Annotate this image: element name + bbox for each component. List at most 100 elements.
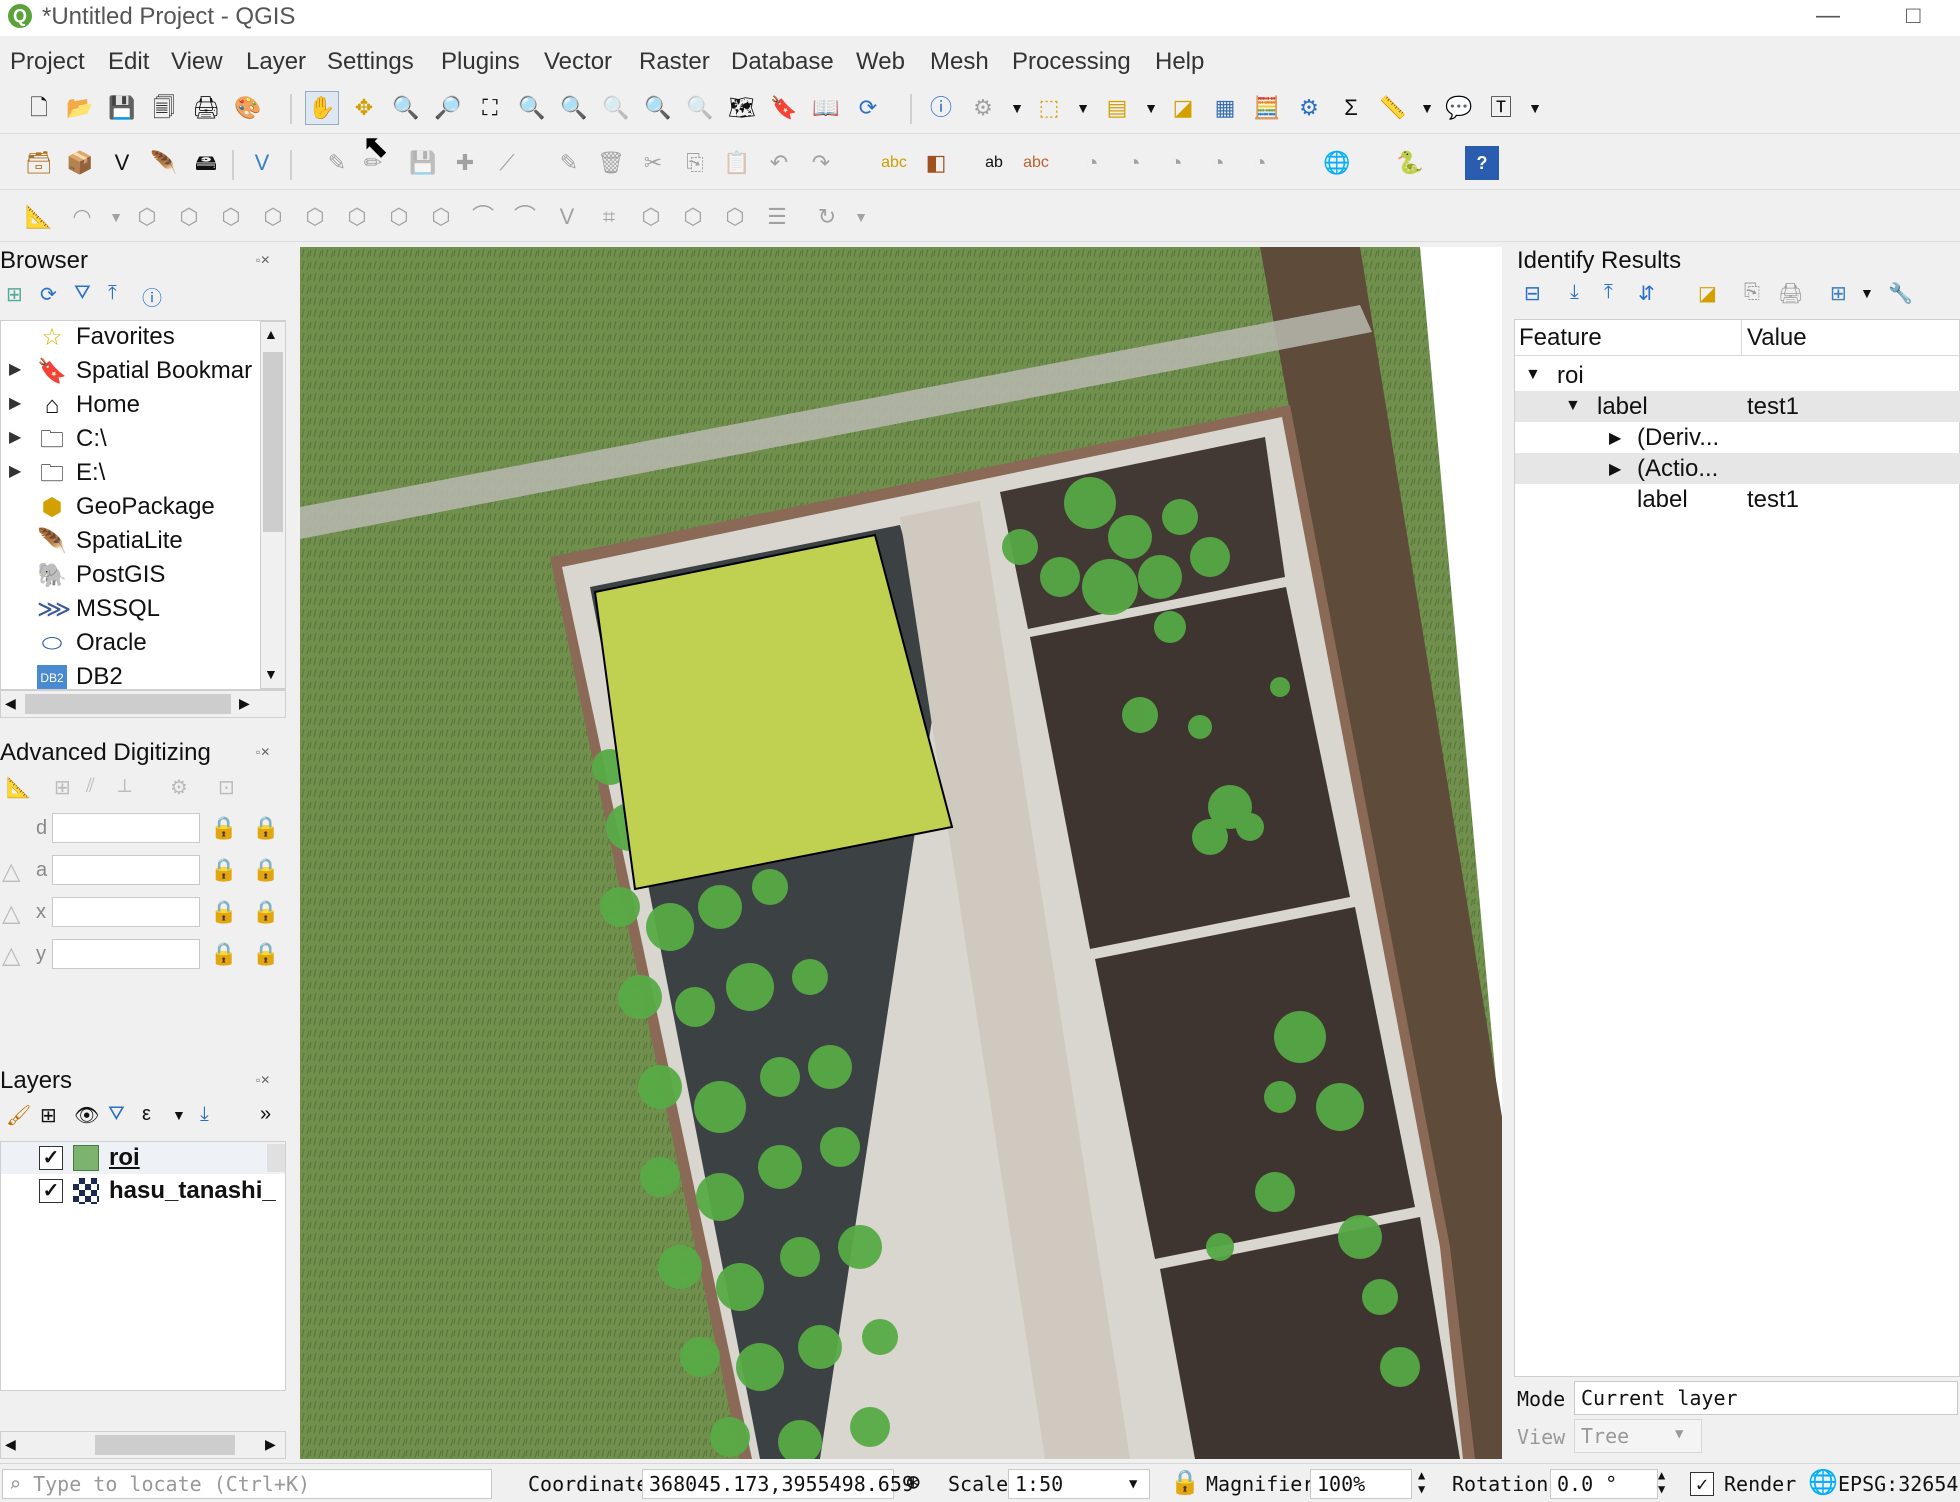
pan-map-icon[interactable]: ✋ bbox=[305, 91, 339, 125]
chevron-down-icon[interactable]: ▼ bbox=[1066, 91, 1100, 125]
chevron-right-icon[interactable]: ▶ bbox=[9, 393, 21, 413]
show-hide-labels-icon[interactable]: ◔ bbox=[1075, 146, 1109, 180]
tree-row[interactable]: ▶ (Deriv... bbox=[1515, 422, 1960, 453]
tree-row[interactable]: ▶ (Actio... bbox=[1515, 453, 1960, 484]
scrollbar-thumb[interactable] bbox=[263, 352, 283, 532]
chevron-right-icon[interactable]: ▶ bbox=[1609, 459, 1621, 479]
help-icon[interactable]: ? bbox=[1465, 146, 1499, 180]
browser-item-postgis[interactable]: 🐘 PostGIS bbox=[1, 559, 261, 593]
add-group-icon[interactable]: ⊞ bbox=[40, 1103, 57, 1128]
copy-features-icon[interactable]: ⎘ bbox=[678, 146, 712, 180]
change-label-icon[interactable]: ◔ bbox=[1201, 146, 1235, 180]
layer-visibility-checkbox[interactable]: ✓ bbox=[39, 1179, 63, 1203]
browser-item-db2[interactable]: DB2 DB2 bbox=[1, 661, 261, 689]
menu-view[interactable]: View bbox=[171, 48, 223, 76]
scrollbar-thumb[interactable] bbox=[95, 1435, 235, 1455]
zoom-to-layer-icon[interactable]: 🔍 bbox=[557, 91, 591, 125]
zoom-native-icon[interactable]: 🔍 bbox=[599, 91, 633, 125]
new-project-icon[interactable]: 🗋 bbox=[22, 91, 56, 125]
chevron-down-icon[interactable]: ▼ bbox=[844, 200, 878, 234]
rotate-feature-icon[interactable]: ⬡ bbox=[172, 200, 206, 234]
new-bookmark-icon[interactable]: 🔖 bbox=[767, 91, 801, 125]
chevron-down-icon[interactable]: ▼ bbox=[1525, 366, 1541, 384]
move-label-icon[interactable]: ◔ bbox=[1117, 146, 1151, 180]
chevron-right-icon[interactable]: ▶ bbox=[1609, 428, 1621, 448]
settings-icon[interactable]: ⚙ bbox=[170, 775, 188, 800]
menu-web[interactable]: Web bbox=[856, 48, 905, 76]
manage-visibility-icon[interactable]: 👁 bbox=[74, 1103, 99, 1128]
zoom-in-icon[interactable]: 🔍 bbox=[389, 91, 423, 125]
rotate-point-symbols-icon[interactable]: ↻ bbox=[810, 200, 844, 234]
construction-mode-icon[interactable]: ⊞ bbox=[54, 775, 71, 800]
new-temporary-layer-icon[interactable]: 🖴 bbox=[189, 146, 223, 180]
modify-attributes-icon[interactable]: ✎ bbox=[552, 146, 586, 180]
delete-ring-icon[interactable]: ⬡ bbox=[382, 200, 416, 234]
highlight-labels-icon[interactable]: ab bbox=[977, 146, 1011, 180]
processing-toolbox-icon[interactable]: ⚙ bbox=[1292, 91, 1326, 125]
split-features-icon[interactable]: ⬡ bbox=[634, 200, 668, 234]
filter-legend-icon[interactable]: ⛛ bbox=[108, 1103, 125, 1126]
chevron-down-icon[interactable]: ▼ bbox=[1860, 285, 1874, 301]
parallel-icon[interactable]: ⫽ bbox=[86, 775, 95, 798]
zoom-out-icon[interactable]: 🔎 bbox=[431, 91, 465, 125]
toggle-extents-icon[interactable]: ⊛ bbox=[906, 1468, 920, 1496]
delete-selected-icon[interactable]: 🗑 bbox=[594, 146, 628, 180]
menu-mesh[interactable]: Mesh bbox=[930, 48, 989, 76]
text-annotation-icon[interactable]: 🅃 bbox=[1484, 91, 1518, 125]
angle-field[interactable] bbox=[52, 855, 200, 885]
zoom-last-icon[interactable]: 🔍 bbox=[641, 91, 675, 125]
panel-float-close-icon[interactable]: ▫✕ bbox=[256, 745, 270, 759]
menu-raster[interactable]: Raster bbox=[639, 48, 710, 76]
chevron-down-icon[interactable]: ▼ bbox=[1000, 91, 1034, 125]
enable-advanced-digitizing-icon[interactable]: 📐 bbox=[6, 775, 31, 800]
lock-icon[interactable]: 🔒 bbox=[210, 815, 237, 841]
new-shapefile-layer-icon[interactable]: V bbox=[105, 146, 139, 180]
enable-advanced-digitizing-icon[interactable]: 📐 bbox=[22, 200, 56, 234]
pin-labels-icon[interactable]: abc bbox=[1019, 146, 1053, 180]
add-ring-icon[interactable]: ⬡ bbox=[256, 200, 290, 234]
view-select[interactable]: Tree ▼ bbox=[1574, 1419, 1702, 1453]
cut-features-icon[interactable]: ✂ bbox=[636, 146, 670, 180]
properties-icon[interactable]: ⓘ bbox=[142, 282, 162, 311]
crs-button[interactable]: EPSG:32654 bbox=[1838, 1472, 1958, 1496]
repeat-lock-icon[interactable]: 🔒 bbox=[252, 815, 279, 841]
field-calculator-icon[interactable]: 🧮 bbox=[1250, 91, 1284, 125]
y-field[interactable] bbox=[52, 939, 200, 969]
python-console-icon[interactable]: 🐍 bbox=[1393, 146, 1427, 180]
chevron-down-icon[interactable]: ▼ bbox=[1565, 397, 1581, 415]
collapse-all-icon[interactable]: ⤒ bbox=[1604, 281, 1613, 304]
browser-item-oracle[interactable]: ⬭ Oracle bbox=[1, 627, 261, 661]
browser-item-c-drive[interactable]: ▶ 🗀 C:\ bbox=[1, 423, 261, 457]
panel-float-close-icon[interactable]: ▫✕ bbox=[256, 1073, 270, 1087]
style-manager-icon[interactable]: 🎨 bbox=[231, 91, 265, 125]
chevron-down-icon[interactable]: ▼ bbox=[1134, 91, 1168, 125]
clear-results-icon[interactable]: ◪ bbox=[1698, 281, 1717, 306]
add-selected-layers-icon[interactable]: ⊞ bbox=[6, 282, 23, 307]
browser-item-geopackage[interactable]: ⬢ GeoPackage bbox=[1, 491, 261, 525]
merge-features-icon[interactable]: ⬡ bbox=[718, 200, 752, 234]
measure-line-icon[interactable]: 📏 bbox=[1376, 91, 1410, 125]
add-part-icon[interactable]: ⬡ bbox=[298, 200, 332, 234]
tree-row[interactable]: ▼ label test1 bbox=[1515, 391, 1960, 422]
new-spatialite-layer-icon[interactable]: 🪶 bbox=[147, 146, 181, 180]
statistical-summary-icon[interactable]: Σ bbox=[1334, 91, 1368, 125]
menu-database[interactable]: Database bbox=[731, 48, 834, 76]
identify-features-icon[interactable]: ⓘ bbox=[924, 91, 958, 125]
chevron-down-icon[interactable]: ▼ bbox=[1518, 91, 1552, 125]
map-tips-icon[interactable]: 💬 bbox=[1442, 91, 1476, 125]
metasearch-icon[interactable]: 🌐 bbox=[1320, 146, 1354, 180]
layout-manager-icon[interactable]: 🖨 bbox=[189, 91, 223, 125]
browser-item-spatialite[interactable]: 🪶 SpatiaLite bbox=[1, 525, 261, 559]
lock-scale-icon[interactable]: 🔒 bbox=[1170, 1468, 1200, 1496]
new-print-layout-icon[interactable]: 🗐 bbox=[147, 91, 181, 125]
minimize-button[interactable]: — bbox=[1816, 2, 1840, 30]
save-project-icon[interactable]: 💾 bbox=[105, 91, 139, 125]
floater-icon[interactable]: ⊡ bbox=[218, 775, 235, 800]
expand-all-icon[interactable]: ⤓ bbox=[200, 1103, 209, 1126]
data-source-manager-icon[interactable]: 🗃 bbox=[22, 146, 56, 180]
label-properties-icon[interactable]: ◔ bbox=[1243, 146, 1277, 180]
new-geopackage-layer-icon[interactable]: 📦 bbox=[63, 146, 97, 180]
paste-features-icon[interactable]: 📋 bbox=[720, 146, 754, 180]
chevron-down-icon[interactable]: ▼ bbox=[1410, 91, 1444, 125]
expand-all-icon[interactable]: ⇵ bbox=[1638, 281, 1655, 306]
